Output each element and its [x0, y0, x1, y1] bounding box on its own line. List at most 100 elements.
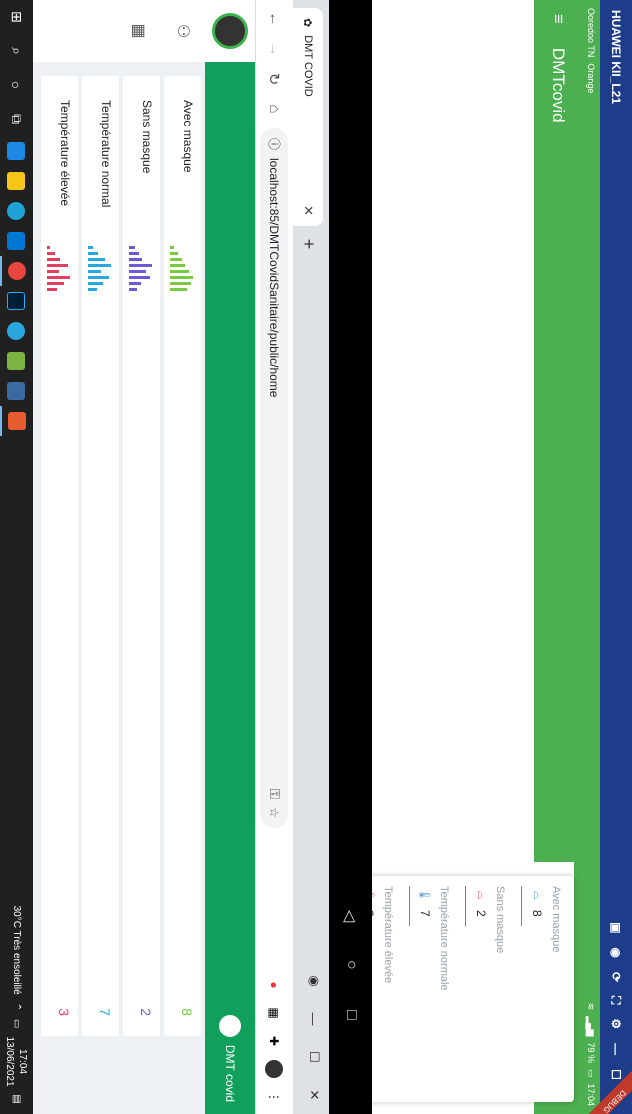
user-avatar-icon[interactable]	[219, 1014, 241, 1037]
system-tray: 30°C Très ensoleillé ⌃ ▭ 17:04 13/06/202…	[0, 906, 33, 1114]
phone-stats-card: Avec masque ⌓ 8 Sans masque ⌓ 2 Température…	[348, 876, 574, 1102]
spark-bar	[129, 276, 150, 279]
edge-icon[interactable]	[0, 196, 33, 226]
home-icon[interactable]: ○	[342, 960, 360, 970]
menu-dots-icon[interactable]: ⋮	[266, 1088, 284, 1106]
start-icon[interactable]: ⊞	[0, 0, 33, 34]
spark-bar	[47, 252, 55, 255]
tab-favicon-icon: ✿	[301, 18, 314, 28]
info-icon[interactable]: ⓘ	[266, 138, 283, 150]
stat-card: Température élevée 3	[41, 76, 78, 1036]
spark-bar	[88, 288, 97, 291]
fullscreen-icon[interactable]: ⛶	[609, 996, 624, 1004]
card-title: Température normal	[99, 100, 113, 208]
tab-search-icon[interactable]: ◉	[299, 962, 329, 1000]
browser-window: ✿ DMT COVID ✕ + ◉ — ☐ ✕ ← → ↻ ⌂ ⓘ localh…	[33, 0, 329, 1114]
stat-row: Température normale 🌡 7	[404, 876, 454, 1102]
clock[interactable]: 17:04 13/06/2021	[4, 1036, 30, 1086]
clock-date: 13/06/2021	[4, 1036, 16, 1087]
sparkline	[129, 246, 154, 291]
stat-card: Température normal 7	[82, 76, 119, 1036]
extensions-puzzle-icon[interactable]: ✚	[266, 1032, 284, 1050]
back-icon[interactable]: ←	[264, 8, 286, 30]
address-bar[interactable]: ⓘ localhost:85/DMTCovidSanitaire/public/…	[260, 128, 289, 828]
tab-strip: ✿ DMT COVID ✕ + ◉ — ☐ ✕	[293, 0, 329, 1114]
spark-bar	[88, 270, 101, 273]
new-tab-button[interactable]: +	[297, 232, 321, 256]
card-title: Avec masque	[181, 100, 195, 173]
spark-bar	[129, 264, 152, 267]
maximize-icon[interactable]: ☐	[299, 1038, 329, 1076]
key-icon[interactable]: ⚿	[266, 789, 283, 800]
tray-chevron-icon[interactable]: ⌃	[11, 1003, 22, 1011]
cortana-icon[interactable]: ○	[0, 68, 33, 102]
card-value: 2	[138, 1008, 154, 1016]
app-logo[interactable]	[212, 13, 248, 49]
weather-widget[interactable]: 30°C Très ensoleillé	[11, 906, 22, 995]
phone-window-titlebar: HUAWEI KII_L21 ▣ ◉ ⟳ ⛶ ⚙ — ☐ ✕	[600, 0, 632, 1114]
profile-avatar[interactable]	[265, 1060, 284, 1078]
mail-app-icon[interactable]	[0, 136, 33, 166]
close-icon[interactable]: ✕	[299, 1076, 329, 1114]
spark-bar	[47, 282, 64, 285]
sparkline	[47, 246, 72, 291]
wifi-icon: ≋	[586, 1002, 597, 1011]
spark-bar	[129, 252, 139, 255]
forward-icon[interactable]: →	[264, 38, 286, 60]
clock-time: 17:04	[17, 1049, 29, 1075]
phone-status-bar: Ooredoo TN Orange ≋ ▂▄▆ 79 % ▭ 17:04 DEB…	[582, 0, 632, 1114]
phone-mirror-app-icon[interactable]	[0, 406, 33, 436]
grid-icon[interactable]: ▦	[117, 0, 161, 62]
stat-label: Température élevée	[382, 886, 394, 984]
battery-label: 79 %	[586, 1042, 596, 1063]
screen-mirror-icon[interactable]	[0, 376, 33, 406]
film-extension-icon[interactable]: ▦	[266, 1004, 284, 1022]
carrier-label: Ooredoo TN	[586, 8, 596, 58]
bookmark-star-icon[interactable]: ☆	[268, 807, 282, 818]
battery-tray-icon[interactable]: ▭	[11, 1019, 22, 1028]
search-icon[interactable]: ⌕	[0, 34, 33, 68]
edge-dev-icon[interactable]	[0, 316, 33, 346]
no-mask-icon: ⌓	[475, 890, 488, 900]
spark-bar	[88, 258, 105, 261]
menu-icon[interactable]: ≡	[548, 14, 568, 24]
spark-bar	[170, 282, 191, 285]
task-view-icon[interactable]: ⧉	[0, 102, 33, 136]
browser-tab[interactable]: ✿ DMT COVID ✕	[293, 8, 323, 226]
spark-bar	[88, 282, 103, 285]
rotate-icon[interactable]: ⟳	[609, 972, 624, 982]
phone-mirror-window: HUAWEI KII_L21 ▣ ◉ ⟳ ⛶ ⚙ — ☐ ✕ Ooredoo T…	[329, 0, 632, 1114]
stat-label: Avec masque	[550, 886, 562, 953]
minimize-icon[interactable]: —	[299, 1000, 329, 1038]
thermometer-icon: 🌡	[418, 888, 431, 902]
chrome-icon[interactable]	[0, 256, 33, 286]
spark-bar	[47, 288, 57, 291]
screenshot-icon[interactable]: ▣	[609, 922, 624, 933]
record-icon[interactable]: ◉	[609, 947, 624, 957]
home-icon[interactable]: ⌂	[264, 98, 286, 120]
recents-icon[interactable]: □	[342, 1010, 360, 1020]
maximize-icon[interactable]: ☐	[609, 1069, 624, 1080]
file-explorer-icon[interactable]	[0, 166, 33, 196]
side-nav: ⚇ ▦	[33, 0, 205, 62]
close-tab-icon[interactable]: ✕	[300, 205, 316, 216]
stat-value: 7	[418, 910, 432, 917]
android-studio-icon[interactable]	[0, 346, 33, 376]
dashboard-icon[interactable]: ⚇	[161, 0, 205, 62]
spark-bar	[129, 258, 142, 261]
photoshop-icon[interactable]	[0, 286, 33, 316]
windows-taskbar: ⊞ ⌕ ○ ⧉ 30°C Très ensoleillé ⌃ ▭ 17:04 1…	[0, 0, 33, 1114]
settings-icon[interactable]: ⚙	[609, 1018, 624, 1029]
sparkline	[88, 246, 113, 291]
card-title: Sans masque	[140, 100, 154, 174]
vscode-icon[interactable]	[0, 226, 33, 256]
notification-icon[interactable]: ▤	[11, 1095, 22, 1104]
spark-bar	[170, 288, 187, 291]
url-text: localhost:85/DMTCovidSanitaire/public/ho…	[267, 158, 282, 398]
back-icon[interactable]: ◁	[340, 910, 360, 922]
signal-icon: ▂▄▆	[586, 1016, 597, 1037]
minimize-icon[interactable]: —	[609, 1043, 624, 1055]
phone-nav-bar: ◁ ○ □	[329, 0, 372, 1114]
opera-extension-icon[interactable]: ●	[266, 976, 284, 994]
reload-icon[interactable]: ↻	[264, 68, 286, 90]
